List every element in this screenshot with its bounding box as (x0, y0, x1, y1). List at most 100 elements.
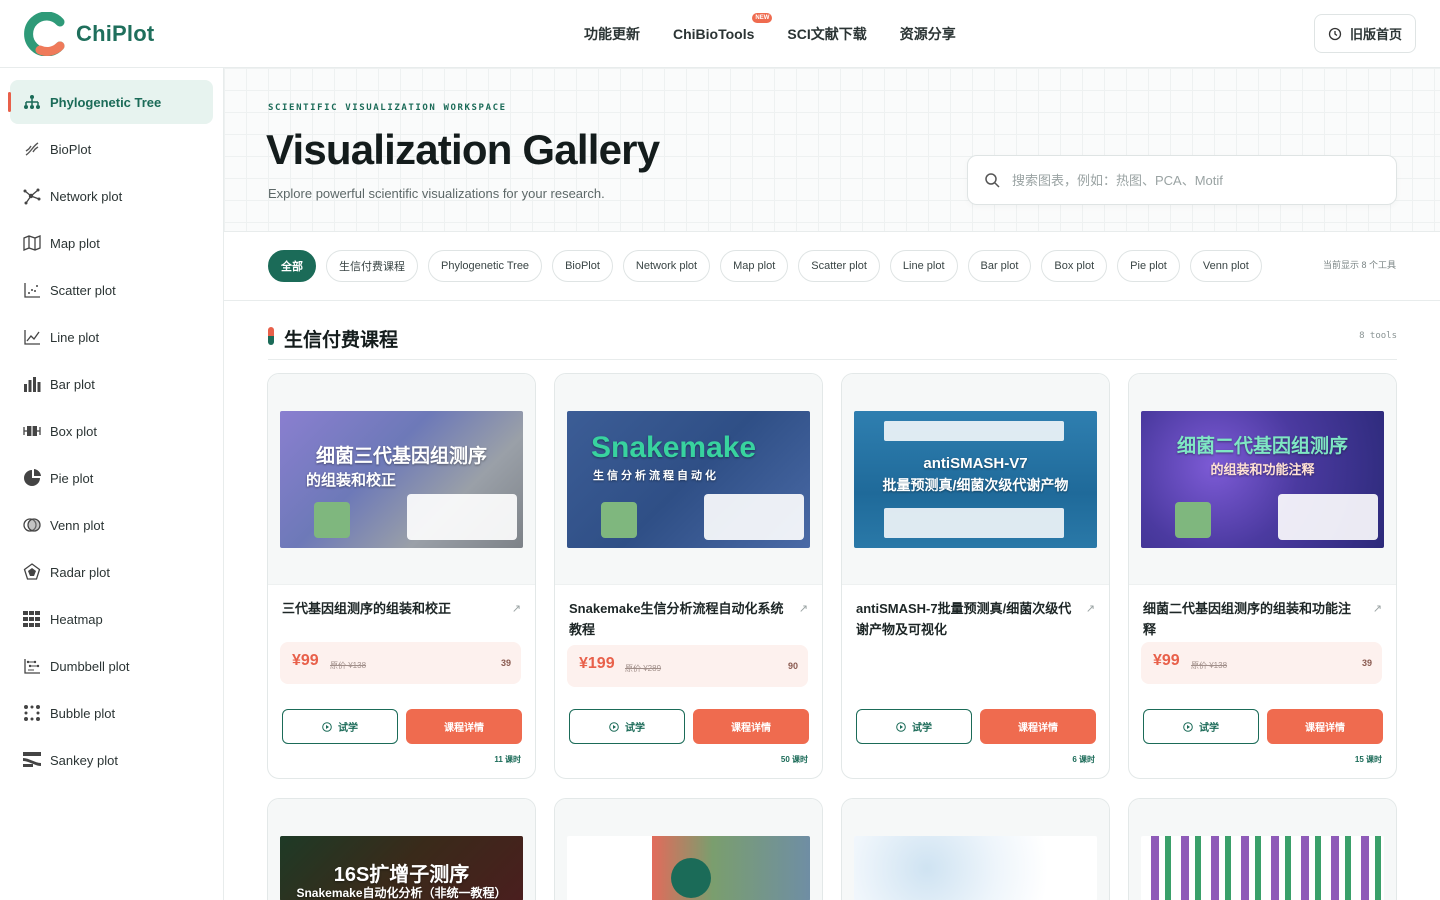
price-box: ¥99 原价 ¥138 39 (280, 642, 521, 684)
course-title[interactable]: 三代基因组测序的组装和校正 (282, 598, 502, 619)
filter-chip-bioplot[interactable]: BioPlot (552, 250, 613, 282)
filter-chip-line-plot[interactable]: Line plot (889, 250, 958, 282)
course-thumbnail[interactable]: 细菌三代基因组测序 的组装和校正 (280, 411, 523, 548)
try-button[interactable]: 试学 (1143, 709, 1259, 744)
old-home-label: 旧版首页 (1349, 27, 1402, 42)
sidebar-item-label: Heatmap (50, 611, 103, 627)
main-nav: 功能更新 ChiBioTools NEW SCI文献下载 资源分享 (584, 0, 989, 68)
try-button[interactable]: 试学 (282, 709, 398, 744)
sidebar-item-box-plot[interactable]: Box plot (10, 409, 213, 453)
course-title[interactable]: 细菌二代基因组测序的组装和功能注释 (1143, 598, 1363, 640)
nav-sci-download[interactable]: SCI文献下载 (787, 24, 866, 44)
course-thumbnail[interactable]: Snakemake 生信分析流程自动化 (567, 411, 810, 548)
snake-logo-icon (671, 858, 711, 898)
course-card[interactable]: 16S扩增子测序 Snakemake自动化分析（非统一教程） (267, 798, 536, 900)
sidebar-item-bubble-plot[interactable]: Bubble plot (10, 691, 213, 735)
bar-chart-icon (22, 374, 42, 394)
tool-card[interactable] (554, 798, 823, 900)
sidebar-item-network-plot[interactable]: Network plot (10, 174, 213, 218)
course-thumbnail[interactable]: 细菌二代基因组测序 的组装和功能注释 (1141, 411, 1384, 548)
lesson-count: 11 课时 (494, 755, 521, 764)
course-title[interactable]: Snakemake生信分析流程自动化系统教程 (569, 598, 789, 640)
sidebar-item-dumbbell-plot[interactable]: Dumbbell plot (10, 644, 213, 688)
filter-chip-paid-courses[interactable]: 生信付费课程 (326, 250, 418, 282)
brand-name: ChiPlot (76, 21, 155, 46)
course-card[interactable]: Snakemake 生信分析流程自动化 Snakemake生信分析流程自动化系统… (554, 373, 823, 779)
card-thumbnail-area: 16S扩增子测序 Snakemake自动化分析（非统一教程） (268, 799, 535, 900)
sidebar-item-venn-plot[interactable]: Venn plot (10, 503, 213, 547)
map-icon (22, 233, 42, 253)
search-input[interactable] (1012, 172, 1372, 188)
pie-chart-icon (22, 468, 42, 488)
external-link-icon[interactable]: ↗ (512, 602, 521, 615)
search-box[interactable] (967, 155, 1397, 205)
thumb-screenshot-panel (884, 508, 1064, 538)
tool-card[interactable] (841, 798, 1110, 900)
bubble-icon (22, 703, 42, 723)
sidebar-item-pie-plot[interactable]: Pie plot (10, 456, 213, 500)
try-button[interactable]: 试学 (569, 709, 685, 744)
thumb-qr-icon (601, 502, 637, 538)
filter-chip-pie-plot[interactable]: Pie plot (1117, 250, 1180, 282)
filter-chip-scatter-plot[interactable]: Scatter plot (798, 250, 880, 282)
logo-mark-icon (24, 11, 66, 57)
card-thumbnail-area: antiSMASH-V7 批量预测真/细菌次级代谢产物 (842, 374, 1109, 585)
old-home-button[interactable]: 旧版首页 (1314, 14, 1416, 53)
course-detail-button[interactable]: 课程详情 (980, 709, 1096, 744)
page-subtitle: Explore powerful scientific visualizatio… (268, 186, 605, 201)
sidebar-item-label: Line plot (50, 329, 100, 345)
sidebar-item-line-plot[interactable]: Line plot (10, 315, 213, 359)
course-detail-button[interactable]: 课程详情 (406, 709, 522, 744)
course-thumbnail[interactable]: antiSMASH-V7 批量预测真/细菌次级代谢产物 (854, 411, 1097, 548)
filter-chip-phylogenetic-tree[interactable]: Phylogenetic Tree (428, 250, 543, 282)
sales-count: 90 (787, 661, 798, 671)
filter-chip-box-plot[interactable]: Box plot (1041, 250, 1108, 282)
play-icon (896, 721, 906, 732)
course-card[interactable]: 细菌二代基因组测序 的组装和功能注释 细菌二代基因组测序的组装和功能注释 ↗ ¥… (1128, 373, 1397, 779)
filter-chip-map-plot[interactable]: Map plot (720, 250, 789, 282)
thumb-title: 细菌二代基因组测序 (1176, 436, 1348, 457)
tool-card[interactable] (1128, 798, 1397, 900)
sidebar-item-heatmap[interactable]: Heatmap (10, 597, 213, 641)
filter-chip-bar-plot[interactable]: Bar plot (967, 250, 1032, 282)
price: ¥99 (292, 652, 319, 669)
section-title: 生信付费课程 (284, 330, 399, 351)
brand-logo[interactable]: ChiPlot (24, 11, 155, 57)
card-thumbnail-area (1129, 799, 1396, 900)
filter-chip-all[interactable]: 全部 (268, 250, 316, 282)
try-label: 试学 (338, 723, 358, 734)
sidebar-item-map-plot[interactable]: Map plot (10, 221, 213, 265)
course-card[interactable]: antiSMASH-V7 批量预测真/细菌次级代谢产物 antiSMASH-7批… (841, 373, 1110, 779)
external-link-icon[interactable]: ↗ (1373, 602, 1382, 615)
tool-thumbnail[interactable] (1141, 836, 1384, 900)
nav-chibiotools[interactable]: ChiBioTools NEW (673, 13, 773, 42)
filter-bar: 全部 生信付费课程 Phylogenetic Tree BioPlot Netw… (224, 232, 1440, 301)
filter-chip-network-plot[interactable]: Network plot (622, 250, 711, 282)
course-title[interactable]: antiSMASH-7批量预测真/细菌次级代谢产物及可视化 (856, 598, 1076, 640)
course-detail-button[interactable]: 课程详情 (693, 709, 809, 744)
tool-thumbnail[interactable] (567, 836, 810, 900)
sidebar-item-radar-plot[interactable]: Radar plot (10, 550, 213, 594)
dna-icon (22, 139, 42, 159)
course-thumbnail[interactable]: 16S扩增子测序 Snakemake自动化分析（非统一教程） (280, 836, 523, 900)
nav-resources[interactable]: 资源分享 (900, 24, 956, 44)
price: ¥199 (579, 655, 615, 672)
sidebar-item-bar-plot[interactable]: Bar plot (10, 362, 213, 406)
sidebar-item-bioplot[interactable]: BioPlot (10, 127, 213, 171)
card-thumbnail-area: 细菌三代基因组测序 的组装和校正 (268, 374, 535, 585)
nav-updates[interactable]: 功能更新 (584, 24, 640, 44)
thumb-feature-panel (407, 494, 517, 540)
course-card[interactable]: 细菌三代基因组测序 的组装和校正 三代基因组测序的组装和校正 ↗ ¥99 原价 … (267, 373, 536, 779)
course-detail-button[interactable]: 课程详情 (1267, 709, 1383, 744)
sidebar-item-sankey-plot[interactable]: Sankey plot (10, 738, 213, 782)
tool-thumbnail[interactable] (854, 836, 1097, 900)
sidebar-item-phylogenetic-tree[interactable]: Phylogenetic Tree (8, 80, 213, 124)
external-link-icon[interactable]: ↗ (799, 602, 808, 615)
sidebar-item-label: Venn plot (50, 517, 105, 533)
filter-chip-venn-plot[interactable]: Venn plot (1189, 250, 1262, 282)
card-thumbnail-area: 细菌二代基因组测序 的组装和功能注释 (1129, 374, 1396, 585)
external-link-icon[interactable]: ↗ (1086, 602, 1095, 615)
lesson-count: 15 课时 (1354, 755, 1382, 764)
sidebar-item-scatter-plot[interactable]: Scatter plot (10, 268, 213, 312)
try-button[interactable]: 试学 (856, 709, 972, 744)
